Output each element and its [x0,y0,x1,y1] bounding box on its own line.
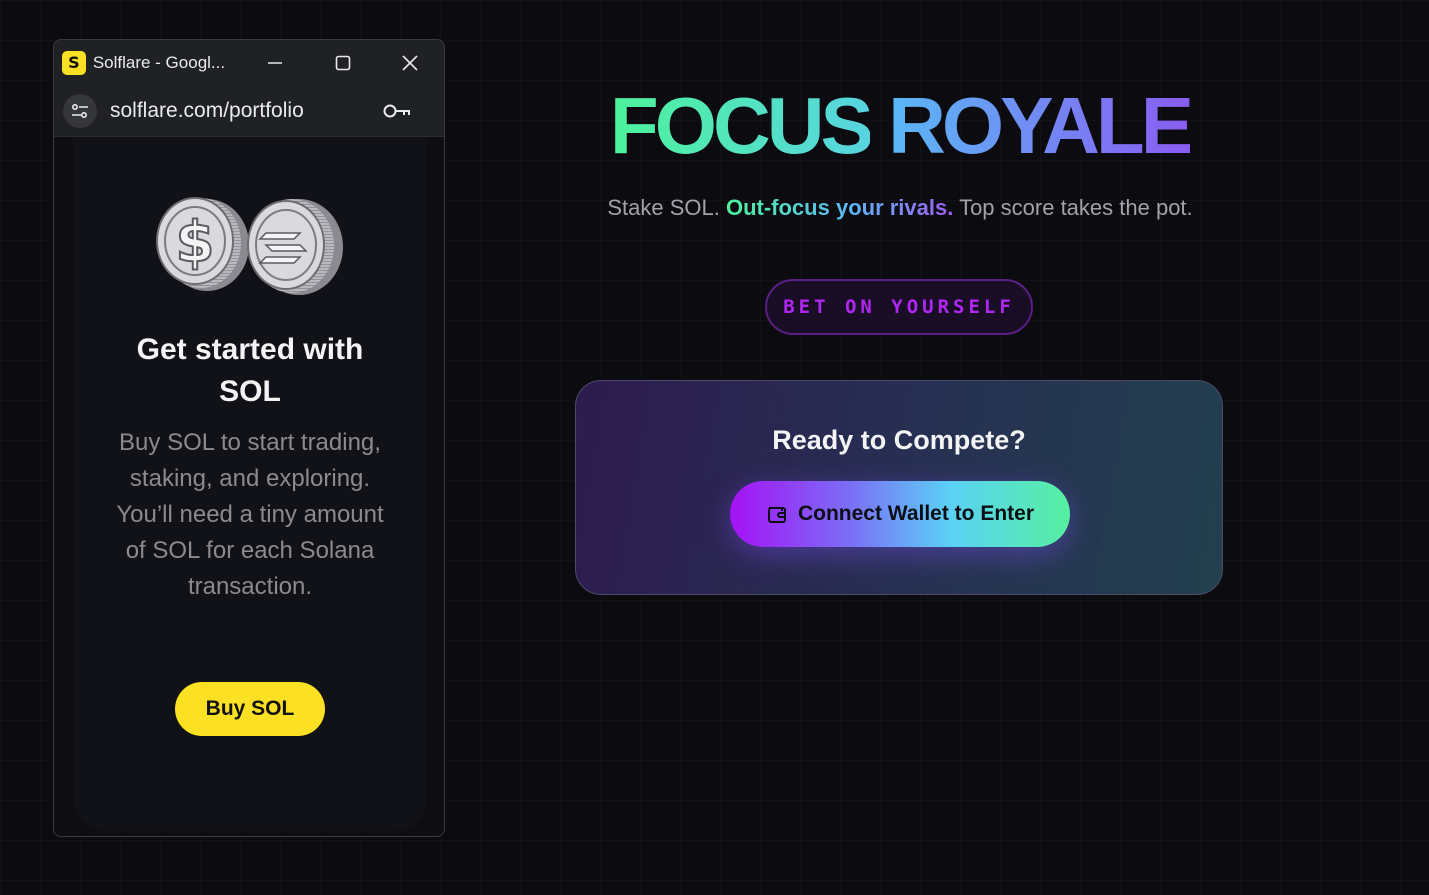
popup-content: $ Get started with SOL Buy SOL to start … [54,137,444,836]
close-icon [402,54,418,71]
maximize-icon [335,55,351,70]
wallet-icon [767,507,786,523]
maximize-button[interactable] [309,40,376,85]
buy-sol-button[interactable]: Buy SOL [175,682,325,736]
bet-on-yourself-badge: BET ON YOURSELF [765,279,1033,335]
hero-title-focus: FOCUS [609,81,874,170]
minimize-icon [268,61,283,64]
minimize-button[interactable] [242,40,309,85]
compete-card: Ready to Compete? Connect Wallet to Ente… [575,380,1223,595]
tagline-start: Stake SOL. [607,195,726,220]
connect-wallet-label: Connect Wallet to Enter [797,502,1035,525]
solflare-app-icon: S [62,50,86,75]
url-text[interactable]: solflare.com/portfolio [110,99,370,123]
key-icon[interactable] [382,101,412,121]
close-button[interactable] [377,40,444,85]
get-started-card: $ Get started with SOL Buy SOL to start … [73,137,427,831]
hero-title-royale: ROYALE [888,81,1194,170]
window-title: Solflare - Googl... [92,52,226,72]
hero-title: FOCUS ROYALE [600,78,1200,174]
tune-icon [71,103,88,118]
window-titlebar: S Solflare - Googl... [54,40,444,85]
address-bar: solflare.com/portfolio [54,85,444,137]
get-started-description: Buy SOL to start trading, staking, and e… [116,429,384,600]
tagline-end: Top score takes the pot. [953,195,1193,220]
tagline-highlight: Out-focus your rivals. [725,195,954,220]
site-info-button[interactable] [63,93,97,128]
connect-wallet-button[interactable]: Connect Wallet to Enter [730,481,1070,547]
tagline: Stake SOL. Out-focus your rivals. Top sc… [500,195,1300,221]
get-started-title: Get started with SOL [136,333,364,408]
svg-text:$: $ [176,210,215,275]
sol-coins-illustration: $ [156,197,343,295]
solflare-popup-window: S Solflare - Googl... solflare.com/portf… [53,39,445,837]
compete-title: Ready to Compete? [772,425,1026,455]
